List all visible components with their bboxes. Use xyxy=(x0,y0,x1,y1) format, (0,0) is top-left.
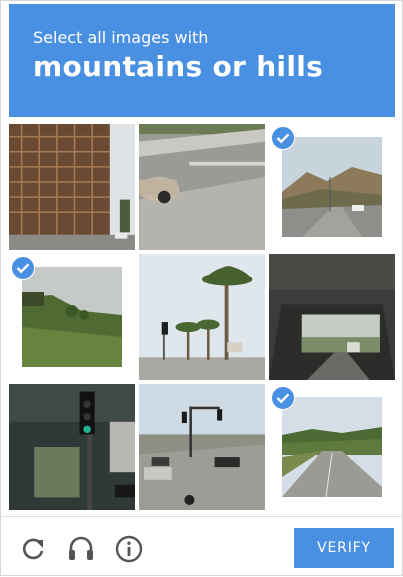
image-tile-9[interactable] xyxy=(269,384,395,510)
tile-image-road-hills xyxy=(282,137,382,237)
image-tile-8[interactable] xyxy=(139,384,265,510)
tile-image-green-hillside xyxy=(22,267,122,367)
info-icon[interactable] xyxy=(114,534,144,564)
tile-image-intersection xyxy=(139,384,265,510)
instruction-subtitle: Select all images with xyxy=(33,28,209,47)
reload-icon[interactable] xyxy=(18,534,48,564)
image-grid xyxy=(9,124,395,510)
image-tile-7[interactable] xyxy=(9,384,135,510)
audio-headphones-icon[interactable] xyxy=(66,533,96,563)
image-tile-4[interactable] xyxy=(9,254,135,380)
image-tile-1[interactable] xyxy=(9,124,135,250)
tile-image-traffic-light xyxy=(9,384,135,510)
tile-image-highway-hills xyxy=(282,397,382,497)
instruction-target: mountains or hills xyxy=(33,50,324,83)
selected-checkmark-icon xyxy=(271,386,295,410)
tile-image-overpass xyxy=(269,254,395,380)
tile-image-car-street xyxy=(139,124,265,250)
selected-checkmark-icon xyxy=(11,256,35,280)
tile-image-building-scaffolding xyxy=(9,124,135,250)
verify-button[interactable]: VERIFY xyxy=(294,528,394,568)
image-tile-2[interactable] xyxy=(139,124,265,250)
image-tile-3[interactable] xyxy=(269,124,395,250)
tile-image-palm-trees xyxy=(139,254,265,380)
image-tile-5[interactable] xyxy=(139,254,265,380)
selected-checkmark-icon xyxy=(271,126,295,150)
image-tile-6[interactable] xyxy=(269,254,395,380)
instruction-header: Select all images with mountains or hill… xyxy=(9,4,395,117)
